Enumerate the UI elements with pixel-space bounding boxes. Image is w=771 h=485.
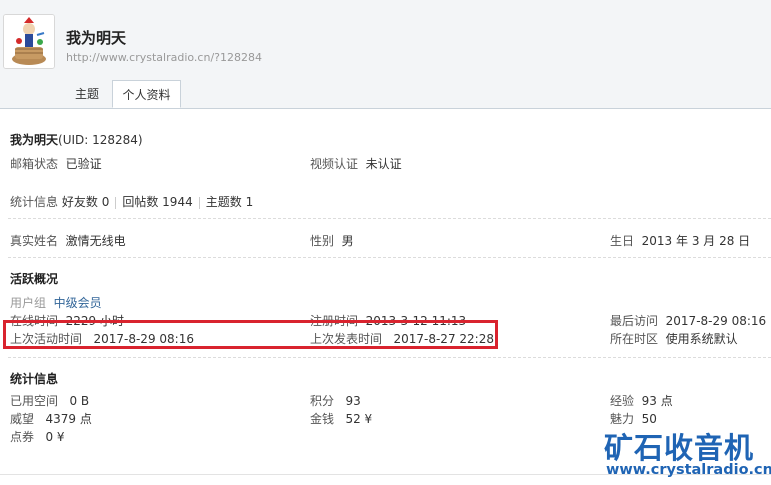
- email-status-label: 邮箱状态: [10, 157, 59, 171]
- last-visit-label: 最后访问: [610, 314, 659, 328]
- prestige-value: 4379 点: [45, 412, 92, 426]
- statistics-title: 统计信息: [10, 372, 59, 386]
- coupons-row: 点券 0 ¥: [10, 428, 65, 445]
- replies-label[interactable]: 回帖数: [122, 195, 158, 209]
- video-auth-value: 未认证: [365, 157, 402, 171]
- money-label: 金钱: [310, 412, 335, 426]
- timezone-label: 所在时区: [610, 332, 659, 346]
- username-heading: 我为明天: [66, 29, 127, 47]
- profile-header: 我为明天 http://www.crystalradio.cn/?128284 …: [0, 0, 771, 109]
- gender-value: 男: [341, 234, 354, 248]
- space-value: 0 B: [69, 394, 90, 408]
- divider: [115, 196, 117, 209]
- email-status-value: 已验证: [65, 157, 102, 171]
- last-visit-value: 2017-8-29 08:16: [665, 314, 767, 328]
- video-auth-label: 视频认证: [310, 157, 359, 171]
- friends-value[interactable]: 0: [102, 195, 110, 209]
- tab-profile[interactable]: 个人资料: [112, 80, 181, 108]
- section-divider: [8, 218, 771, 219]
- money-row: 金钱 52 ¥: [310, 410, 372, 427]
- prestige-label: 威望: [10, 412, 35, 426]
- gender-label: 性别: [310, 234, 335, 248]
- friends-label[interactable]: 好友数: [62, 195, 98, 209]
- user-group-link[interactable]: 中级会员: [54, 296, 102, 310]
- coupons-value: 0 ¥: [45, 430, 65, 444]
- video-auth-row: 视频认证 未认证: [310, 155, 402, 172]
- topics-value[interactable]: 1: [246, 195, 254, 209]
- user-group-row: 用户组 中级会员: [10, 294, 102, 311]
- activity-title: 活跃概况: [10, 272, 59, 286]
- stats-label: 统计信息: [10, 195, 59, 209]
- exp-value: 93 点: [641, 394, 673, 408]
- space-label: 已用空间: [10, 394, 59, 408]
- avatar[interactable]: [3, 14, 55, 69]
- user-group-label: 用户组: [10, 296, 47, 310]
- profile-name-line: 我为明天(UID: 128284): [10, 131, 143, 148]
- avatar-image: [4, 15, 54, 68]
- section-divider: [8, 357, 771, 358]
- coupons-label: 点券: [10, 430, 35, 444]
- user-space-url[interactable]: http://www.crystalradio.cn/?128284: [66, 51, 262, 64]
- timezone-value: 使用系统默认: [665, 332, 738, 346]
- realname-label: 真实姓名: [10, 234, 59, 248]
- birthday-label: 生日: [610, 234, 635, 248]
- profile-name: 我为明天: [10, 133, 59, 147]
- realname-value: 激情无线电: [65, 234, 126, 248]
- exp-label: 经验: [610, 394, 635, 408]
- points-label: 积分: [310, 394, 335, 408]
- timezone-row: 所在时区 使用系统默认: [610, 330, 738, 347]
- gender-row: 性别 男: [310, 232, 354, 249]
- site-watermark: 矿石收音机 www.crystalradio.cn: [600, 425, 771, 485]
- points-row: 积分 93: [310, 392, 361, 409]
- space-row: 已用空间 0 B: [10, 392, 89, 409]
- profile-uid: (UID: 128284): [58, 133, 143, 147]
- money-value: 52 ¥: [345, 412, 373, 426]
- charm-value: 50: [641, 412, 657, 426]
- stats-row: 统计信息 好友数 0 回帖数 1944 主题数 1: [10, 193, 253, 210]
- watermark-url: www.crystalradio.cn: [606, 462, 771, 478]
- divider: [198, 196, 200, 209]
- last-visit-row: 最后访问 2017-8-29 08:16: [610, 312, 766, 329]
- birthday-row: 生日 2013 年 3 月 28 日: [610, 232, 750, 249]
- highlight-box: [3, 320, 498, 349]
- watermark-title: 矿石收音机: [604, 431, 755, 465]
- email-status-row: 邮箱状态 已验证: [10, 155, 102, 172]
- prestige-row: 威望 4379 点: [10, 410, 92, 427]
- topics-label[interactable]: 主题数: [206, 195, 242, 209]
- exp-row: 经验 93 点: [610, 392, 673, 409]
- replies-value[interactable]: 1944: [162, 195, 193, 209]
- points-value: 93: [345, 394, 361, 408]
- realname-row: 真实姓名 激情无线电: [10, 232, 126, 249]
- charm-label: 魅力: [610, 412, 635, 426]
- section-divider: [8, 257, 771, 258]
- tab-topics[interactable]: 主题: [63, 80, 111, 108]
- birthday-value: 2013 年 3 月 28 日: [641, 234, 751, 248]
